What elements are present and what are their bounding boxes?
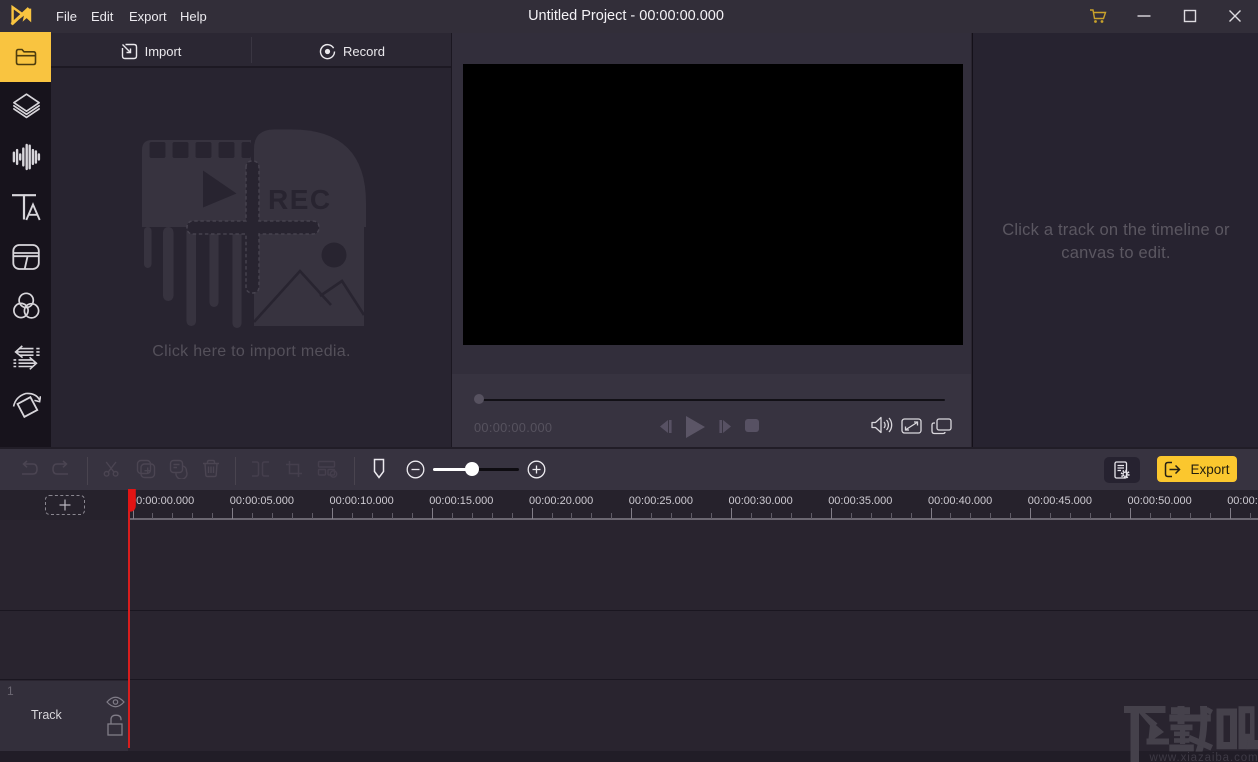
svg-text:www.xiazaiba.com: www.xiazaiba.com: [1149, 752, 1258, 762]
svg-text:REC: REC: [268, 184, 332, 215]
